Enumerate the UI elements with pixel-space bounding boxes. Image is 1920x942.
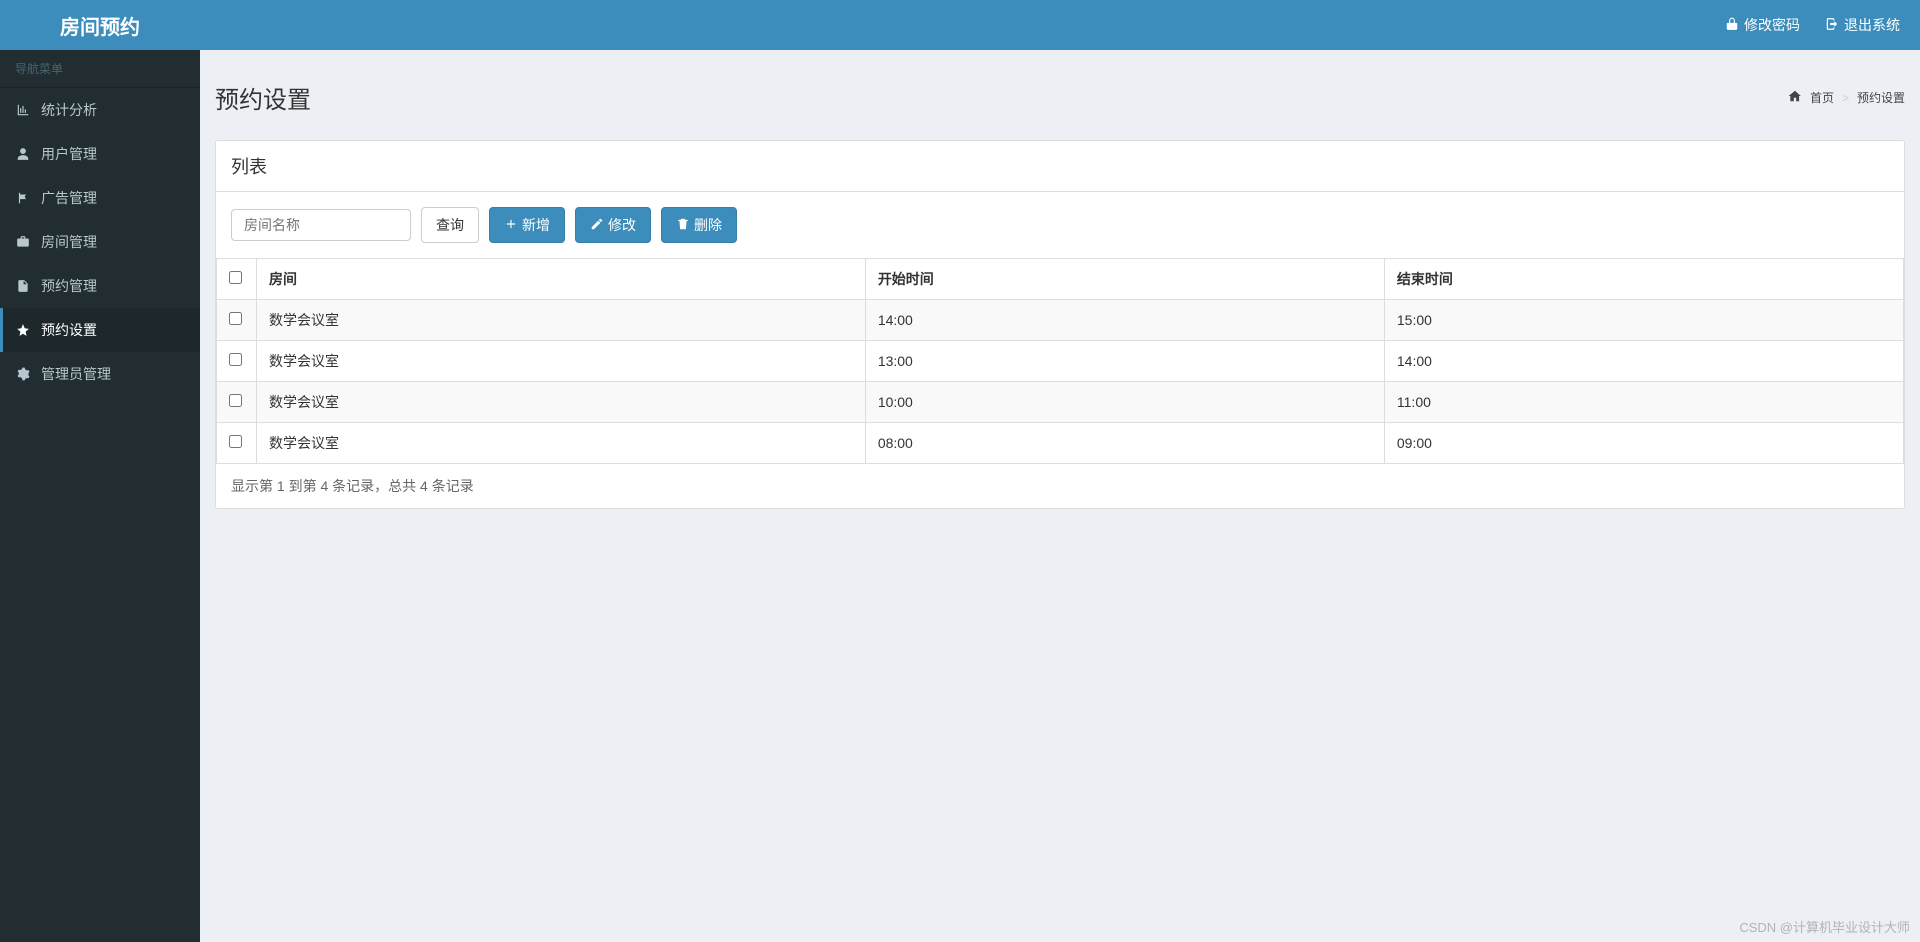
lock-icon xyxy=(1725,17,1739,34)
header-actions: 修改密码 退出系统 xyxy=(1725,15,1920,35)
watermark: CSDN @计算机毕业设计大师 xyxy=(1739,917,1910,936)
edit-button-label: 修改 xyxy=(608,215,636,235)
row-checkbox[interactable] xyxy=(229,435,242,448)
sidebar-item-label: 预约管理 xyxy=(41,276,97,296)
breadcrumb: 首页 > 预约设置 xyxy=(1788,89,1905,106)
row-checkbox[interactable] xyxy=(229,312,242,325)
add-button[interactable]: 新增 xyxy=(489,207,565,243)
file-icon xyxy=(15,279,31,293)
end-time-cell: 14:00 xyxy=(1384,341,1903,382)
app-logo: 房间预约 xyxy=(0,0,200,50)
sidebar: 导航菜单 统计分析 用户管理 广告管理 房间管理 预约管理 预约设置 管理员管理 xyxy=(0,50,200,942)
list-panel: 列表 查询 新增 修改 删除 房间 开始时间 xyxy=(215,140,1905,509)
table-footer: 显示第 1 到第 4 条记录，总共 4 条记录 xyxy=(216,464,1904,508)
room-cell: 数学会议室 xyxy=(257,423,866,464)
content-header: 预约设置 首页 > 预约设置 xyxy=(215,65,1905,130)
room-header[interactable]: 房间 xyxy=(257,259,866,300)
start-time-cell: 08:00 xyxy=(865,423,1384,464)
page-title: 预约设置 xyxy=(215,80,311,115)
change-password-label: 修改密码 xyxy=(1744,15,1800,35)
sidebar-item-ads[interactable]: 广告管理 xyxy=(0,176,200,220)
select-all-header xyxy=(217,259,257,300)
table-header-row: 房间 开始时间 结束时间 xyxy=(217,259,1904,300)
room-cell: 数学会议室 xyxy=(257,382,866,423)
end-time-cell: 11:00 xyxy=(1384,382,1903,423)
end-time-header[interactable]: 结束时间 xyxy=(1384,259,1903,300)
logout-icon xyxy=(1825,17,1839,34)
sidebar-item-label: 预约设置 xyxy=(41,320,97,340)
add-button-label: 新增 xyxy=(522,215,550,235)
end-time-cell: 09:00 xyxy=(1384,423,1903,464)
start-time-cell: 10:00 xyxy=(865,382,1384,423)
row-checkbox[interactable] xyxy=(229,353,242,366)
table-row[interactable]: 数学会议室 08:00 09:00 xyxy=(217,423,1904,464)
logout-label: 退出系统 xyxy=(1844,15,1900,35)
top-header: 房间预约 修改密码 退出系统 xyxy=(0,0,1920,50)
end-time-cell: 15:00 xyxy=(1384,300,1903,341)
sidebar-item-rooms[interactable]: 房间管理 xyxy=(0,220,200,264)
delete-button[interactable]: 删除 xyxy=(661,207,737,243)
select-all-checkbox[interactable] xyxy=(229,271,242,284)
edit-button[interactable]: 修改 xyxy=(575,207,651,243)
search-input[interactable] xyxy=(231,209,411,241)
row-checkbox[interactable] xyxy=(229,394,242,407)
table-row[interactable]: 数学会议室 14:00 15:00 xyxy=(217,300,1904,341)
table-row[interactable]: 数学会议室 10:00 11:00 xyxy=(217,382,1904,423)
sidebar-item-admins[interactable]: 管理员管理 xyxy=(0,352,200,396)
panel-toolbar: 查询 新增 修改 删除 xyxy=(216,192,1904,258)
data-table: 房间 开始时间 结束时间 数学会议室 14:00 15:00 数学会议室 13:… xyxy=(216,258,1904,464)
sidebar-item-stats[interactable]: 统计分析 xyxy=(0,88,200,132)
sidebar-item-users[interactable]: 用户管理 xyxy=(0,132,200,176)
start-time-header[interactable]: 开始时间 xyxy=(865,259,1384,300)
breadcrumb-current: 预约设置 xyxy=(1857,89,1905,106)
main-content: 预约设置 首页 > 预约设置 列表 查询 新增 修改 删除 xyxy=(200,50,1920,524)
gear-icon xyxy=(15,367,31,381)
table-row[interactable]: 数学会议室 13:00 14:00 xyxy=(217,341,1904,382)
sidebar-item-reservation-settings[interactable]: 预约设置 xyxy=(0,308,200,352)
room-cell: 数学会议室 xyxy=(257,300,866,341)
search-button[interactable]: 查询 xyxy=(421,207,479,243)
logout-link[interactable]: 退出系统 xyxy=(1825,15,1900,35)
sidebar-item-label: 统计分析 xyxy=(41,100,97,120)
sidebar-menu: 统计分析 用户管理 广告管理 房间管理 预约管理 预约设置 管理员管理 xyxy=(0,88,200,396)
sidebar-item-label: 广告管理 xyxy=(41,188,97,208)
sidebar-item-label: 用户管理 xyxy=(41,144,97,164)
breadcrumb-separator: > xyxy=(1842,91,1849,105)
bar-chart-icon xyxy=(15,103,31,117)
user-icon xyxy=(15,147,31,161)
start-time-cell: 13:00 xyxy=(865,341,1384,382)
sidebar-item-label: 管理员管理 xyxy=(41,364,111,384)
change-password-link[interactable]: 修改密码 xyxy=(1725,15,1800,35)
breadcrumb-home[interactable]: 首页 xyxy=(1810,89,1834,106)
trash-icon xyxy=(676,217,690,234)
flag-icon xyxy=(15,191,31,205)
edit-icon xyxy=(590,217,604,234)
star-icon xyxy=(15,323,31,337)
briefcase-icon xyxy=(15,235,31,249)
sidebar-item-label: 房间管理 xyxy=(41,232,97,252)
room-cell: 数学会议室 xyxy=(257,341,866,382)
home-icon xyxy=(1788,89,1802,106)
sidebar-item-reservations[interactable]: 预约管理 xyxy=(0,264,200,308)
panel-title: 列表 xyxy=(216,141,1904,192)
start-time-cell: 14:00 xyxy=(865,300,1384,341)
plus-icon xyxy=(504,217,518,234)
sidebar-title: 导航菜单 xyxy=(0,50,200,88)
delete-button-label: 删除 xyxy=(694,215,722,235)
